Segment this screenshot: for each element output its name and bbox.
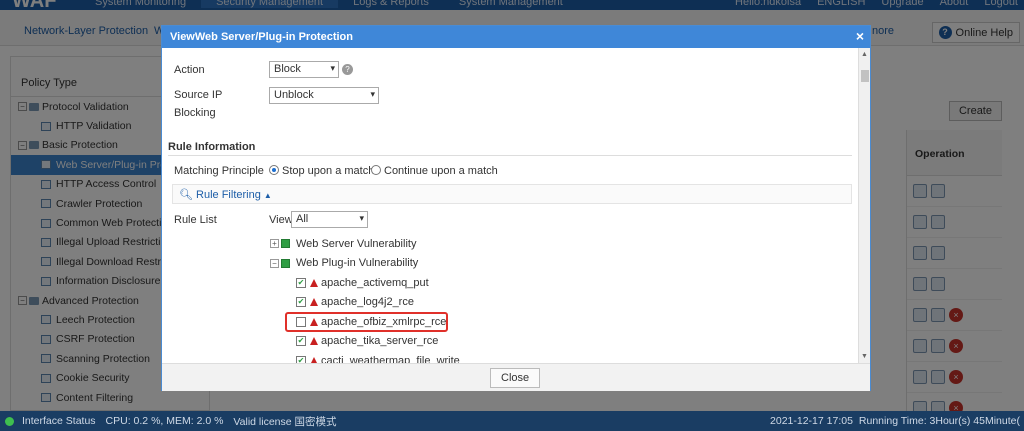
checkbox-checked-icon[interactable]: ✔ — [296, 277, 306, 288]
rule-item[interactable]: ✔ apache_log4j2_rce — [270, 293, 460, 313]
dialog-scrollbar[interactable]: ▲ ▼ — [858, 48, 870, 363]
group-web-server-vulnerability[interactable]: + Web Server Vulnerability — [270, 234, 460, 254]
radio-stop-upon-match[interactable]: Stop upon a match — [269, 165, 374, 177]
source-ip-label: Source IP — [174, 89, 223, 101]
action-value: Block — [274, 63, 301, 75]
cpu-mem-readout: CPU: 0.2 %, MEM: 2.0 % — [105, 415, 224, 427]
search-icon: 🔍︎ — [179, 189, 193, 201]
highlight-box — [285, 312, 448, 332]
source-ip-blocking-select[interactable]: Unblock ▾ — [269, 87, 379, 104]
warning-icon — [310, 278, 318, 287]
dialog-header: ViewWeb Server/Plug-in Protection × — [162, 26, 870, 48]
warning-icon — [310, 337, 318, 346]
collapse-icon[interactable]: − — [270, 258, 279, 268]
radio-unselected-icon — [371, 165, 381, 175]
close-button[interactable]: Close — [490, 368, 541, 388]
dialog-body: Action Block ▾ ? Source IP Blocking Unbl… — [162, 48, 859, 363]
chevron-down-icon: ▾ — [370, 89, 375, 99]
rule-item[interactable]: ✔ apache_tika_server_rce — [270, 332, 460, 352]
rule-item[interactable]: ✔ apache_activemq_put — [270, 273, 460, 293]
status-right: 2021-12-17 17:05 Running Time: 3Hour(s) … — [770, 415, 1020, 427]
checkbox-checked-icon[interactable]: ✔ — [296, 336, 306, 347]
rule-list-label: Rule List — [174, 214, 217, 226]
expand-icon[interactable]: + — [270, 239, 279, 249]
license-status: Valid license 国密模式 — [233, 415, 337, 428]
rule-label: cacti_weathermap_file_write — [321, 354, 460, 363]
group-checkbox-icon[interactable] — [281, 239, 290, 249]
dialog-title: ViewWeb Server/Plug-in Protection — [170, 31, 353, 43]
scroll-down-icon[interactable]: ▼ — [861, 353, 868, 360]
radio-stop-label: Stop upon a match — [282, 165, 375, 177]
radio-selected-icon — [269, 165, 279, 175]
group-checkbox-icon[interactable] — [281, 258, 290, 268]
view-value: All — [296, 213, 309, 225]
running-time: Running Time: 3Hour(s) 45Minute( — [858, 415, 1020, 427]
rule-label: apache_log4j2_rce — [321, 296, 414, 309]
matching-principle-label: Matching Principle — [174, 165, 264, 177]
rule-information-heading: Rule Information — [168, 141, 256, 153]
scroll-thumb[interactable] — [861, 70, 869, 82]
status-bar: Interface Status CPU: 0.2 %, MEM: 2.0 % … — [0, 411, 1024, 431]
view-protection-dialog: ViewWeb Server/Plug-in Protection × Acti… — [161, 25, 871, 391]
source-ip-label-line2: Blocking — [174, 107, 216, 119]
view-filter-select[interactable]: All ▾ — [291, 211, 368, 228]
checkbox-checked-icon[interactable]: ✔ — [296, 355, 306, 363]
warning-icon — [310, 298, 318, 307]
clock-readout: 2021-12-17 17:05 — [770, 415, 853, 427]
rule-filtering-toggle[interactable]: 🔍︎ Rule Filtering ▲ — [172, 184, 852, 204]
rule-label: apache_activemq_put — [321, 276, 429, 289]
checkbox-checked-icon[interactable]: ✔ — [296, 297, 306, 308]
rule-filtering-label: Rule Filtering — [196, 189, 261, 201]
chevron-down-icon: ▾ — [359, 213, 364, 223]
dialog-footer: Close — [162, 363, 870, 391]
rule-label: apache_tika_server_rce — [321, 335, 439, 348]
help-icon[interactable]: ? — [342, 64, 353, 75]
radio-continue-upon-match[interactable]: Continue upon a match — [371, 165, 498, 177]
group-web-plugin-vulnerability[interactable]: − Web Plug-in Vulnerability — [270, 254, 460, 274]
chevron-down-icon: ▾ — [330, 63, 335, 73]
rule-tree: + Web Server Vulnerability − Web Plug-in… — [270, 234, 460, 363]
section-divider — [168, 155, 852, 156]
close-icon[interactable]: × — [856, 28, 864, 44]
action-select[interactable]: Block ▾ — [269, 61, 339, 78]
caret-up-icon: ▲ — [263, 191, 272, 200]
group-label: Web Plug-in Vulnerability — [296, 257, 419, 270]
source-ip-value: Unblock — [274, 89, 314, 101]
radio-continue-label: Continue upon a match — [384, 165, 498, 177]
view-label: View — [269, 214, 293, 226]
group-label: Web Server Vulnerability — [296, 237, 417, 250]
interface-status[interactable]: Interface Status — [17, 415, 101, 427]
rule-item[interactable]: ✔ cacti_weathermap_file_write — [270, 351, 460, 363]
status-ok-icon — [5, 416, 14, 426]
scroll-up-icon[interactable]: ▲ — [861, 51, 868, 58]
action-label: Action — [174, 64, 205, 76]
